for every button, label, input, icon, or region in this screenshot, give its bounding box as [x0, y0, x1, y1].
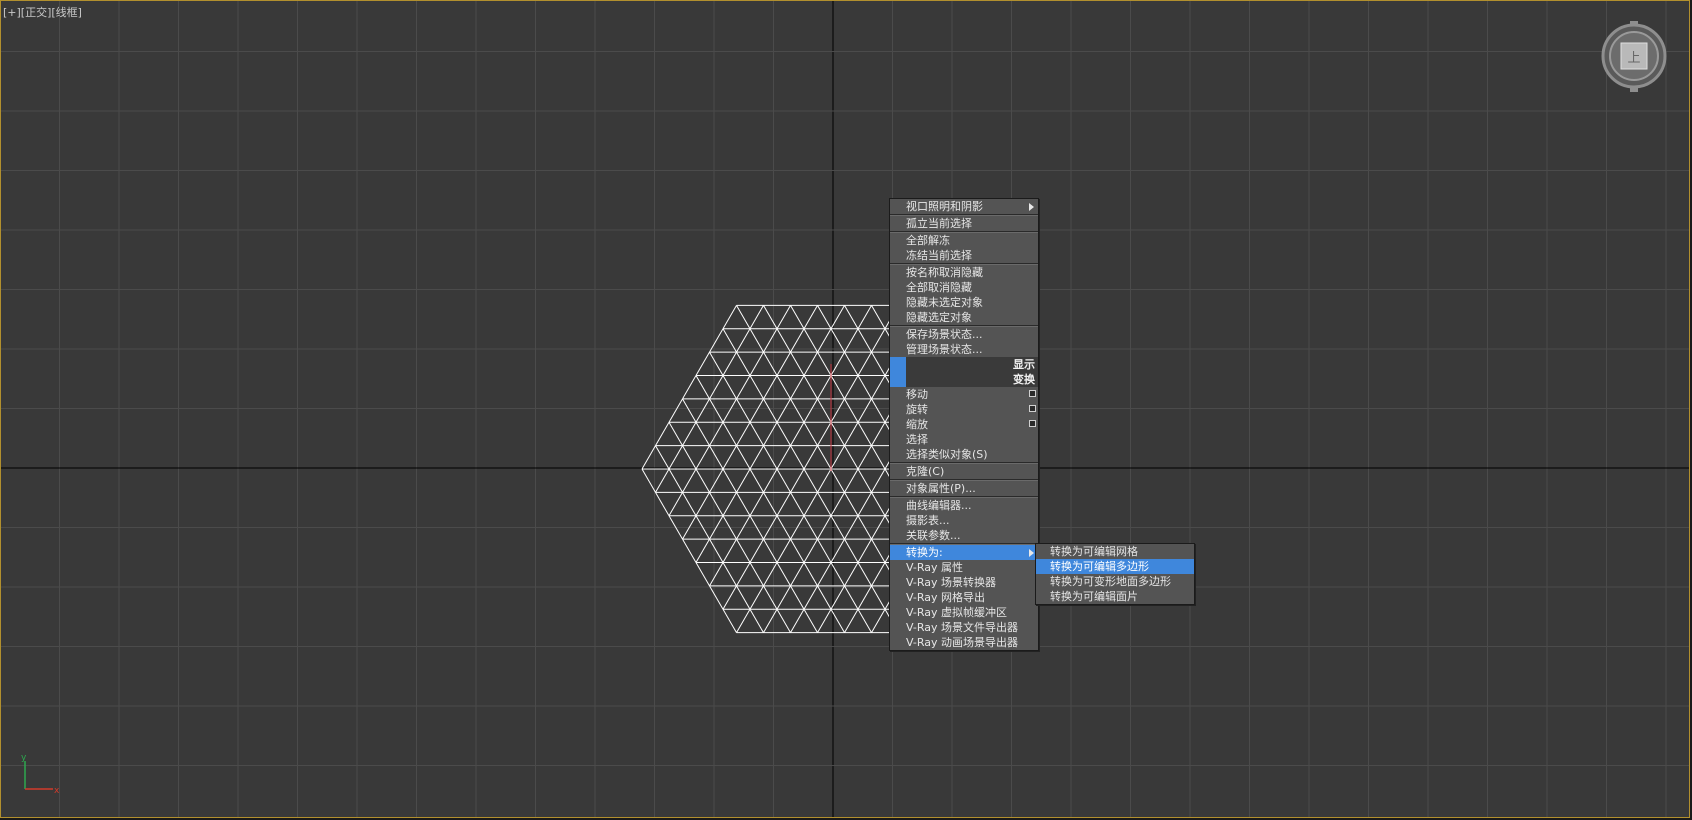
menu-item-label: V-Ray 网格导出: [906, 591, 985, 604]
axis-tripod-icon: y x: [21, 753, 60, 796]
menu-item-label: 转换为可编辑多边形: [1050, 560, 1149, 573]
viewcube-face-label: 上: [1627, 51, 1640, 66]
options-box-icon[interactable]: [1029, 390, 1036, 397]
menu-item[interactable]: 克隆(C): [890, 464, 1038, 479]
menu-item[interactable]: 视口照明和阴影: [890, 199, 1038, 214]
menu-item-label: 管理场景状态...: [906, 343, 983, 356]
menu-item-label: 视口照明和阴影: [906, 200, 983, 213]
menu-item-label: 转换为可编辑面片: [1050, 590, 1138, 603]
axis-x-label: x: [54, 786, 60, 796]
menu-item-label: 摄影表...: [906, 514, 950, 527]
options-box-icon[interactable]: [1029, 420, 1036, 427]
menu-item-label: V-Ray 虚拟帧缓冲区: [906, 606, 1007, 619]
menu-item-label: V-Ray 属性: [906, 561, 963, 574]
menu-item[interactable]: 全部取消隐藏: [890, 280, 1038, 295]
menu-item[interactable]: 对象属性(P)...: [890, 481, 1038, 496]
menu-item-label: 冻结当前选择: [906, 249, 972, 262]
quad-section-marker: [890, 357, 906, 372]
submenu-arrow-icon: [1029, 549, 1034, 557]
menu-item[interactable]: 孤立当前选择: [890, 216, 1038, 231]
quad-section-header: 变换: [890, 372, 1038, 387]
menu-item[interactable]: 转换为:: [890, 545, 1038, 560]
menu-item[interactable]: 管理场景状态...: [890, 342, 1038, 357]
menu-item-label: 克隆(C): [906, 465, 945, 478]
viewcube-icon[interactable]: 上: [1601, 21, 1671, 97]
menu-item-label: 隐藏未选定对象: [906, 296, 983, 309]
menu-item[interactable]: 隐藏未选定对象: [890, 295, 1038, 310]
convert-to-submenu: 转换为可编辑网格 转换为可编辑多边形转换为可变形地面多边形 转换为可编辑面片: [1035, 543, 1195, 605]
menu-item[interactable]: V-Ray 动画场景导出器: [890, 635, 1038, 650]
quad-section-title: 显示: [1013, 358, 1035, 371]
menu-item-label: 缩放: [906, 418, 928, 431]
menu-item-label: 全部取消隐藏: [906, 281, 972, 294]
menu-item[interactable]: 关联参数...: [890, 528, 1038, 543]
menu-item[interactable]: V-Ray 属性: [890, 560, 1038, 575]
menu-item[interactable]: 选择类似对象(S): [890, 447, 1038, 462]
options-box-icon[interactable]: [1029, 405, 1036, 412]
menu-item-label: 按名称取消隐藏: [906, 266, 983, 279]
menu-item-label: 转换为:: [906, 546, 943, 559]
menu-item[interactable]: V-Ray 场景转换器: [890, 575, 1038, 590]
axis-y-label: y: [21, 753, 27, 763]
submenu-arrow-icon: [1029, 203, 1034, 211]
menu-item[interactable]: 转换为可编辑多边形: [1036, 559, 1194, 574]
menu-item[interactable]: V-Ray 场景文件导出器: [890, 620, 1038, 635]
menu-item[interactable]: 转换为可编辑面片: [1036, 589, 1194, 604]
quad-section-marker: [890, 372, 906, 387]
perspective-viewport[interactable]: [+][正交][线框] 上 y x: [0, 0, 1690, 818]
quad-section-title: 变换: [1013, 373, 1035, 386]
menu-item[interactable]: V-Ray 虚拟帧缓冲区: [890, 605, 1038, 620]
quad-menu: 视口照明和阴影 孤立当前选择 全部解冻冻结当前选择 按名称取消隐藏 全部取消隐藏 隐藏未选…: [889, 198, 1039, 651]
menu-item-label: 选择类似对象(S): [906, 448, 988, 461]
viewport-grid: [1, 1, 1689, 817]
menu-item[interactable]: 缩放: [890, 417, 1038, 432]
menu-item-label: 旋转: [906, 403, 928, 416]
menu-item-label: 保存场景状态...: [906, 328, 983, 341]
quad-section-header: 显示: [890, 357, 1038, 372]
menu-item-label: 转换为可变形地面多边形: [1050, 575, 1171, 588]
menu-item-label: V-Ray 动画场景导出器: [906, 636, 1018, 649]
menu-item[interactable]: V-Ray 网格导出: [890, 590, 1038, 605]
menu-item-label: 关联参数...: [906, 529, 961, 542]
menu-item[interactable]: 隐藏选定对象: [890, 310, 1038, 325]
menu-item[interactable]: 转换为可编辑网格: [1036, 544, 1194, 559]
menu-item[interactable]: 冻结当前选择: [890, 248, 1038, 263]
menu-item[interactable]: 保存场景状态...: [890, 327, 1038, 342]
menu-item-label: 对象属性(P)...: [906, 482, 976, 495]
menu-item[interactable]: 移动: [890, 387, 1038, 402]
menu-item-label: 隐藏选定对象: [906, 311, 972, 324]
viewport-label[interactable]: [+][正交][线框]: [3, 4, 82, 20]
menu-item[interactable]: 全部解冻: [890, 233, 1038, 248]
menu-item[interactable]: 旋转: [890, 402, 1038, 417]
menu-item-label: 孤立当前选择: [906, 217, 972, 230]
menu-item[interactable]: 曲线编辑器...: [890, 498, 1038, 513]
menu-item-label: 转换为可编辑网格: [1050, 545, 1138, 558]
menu-item-label: 全部解冻: [906, 234, 950, 247]
menu-item[interactable]: 摄影表...: [890, 513, 1038, 528]
menu-item-label: V-Ray 场景转换器: [906, 576, 996, 589]
menu-item[interactable]: 转换为可变形地面多边形: [1036, 574, 1194, 589]
menu-item[interactable]: 选择: [890, 432, 1038, 447]
menu-item-label: 曲线编辑器...: [906, 499, 972, 512]
menu-item-label: V-Ray 场景文件导出器: [906, 621, 1018, 634]
menu-item-label: 移动: [906, 388, 928, 401]
menu-item-label: 选择: [906, 433, 928, 446]
menu-item[interactable]: 按名称取消隐藏: [890, 265, 1038, 280]
